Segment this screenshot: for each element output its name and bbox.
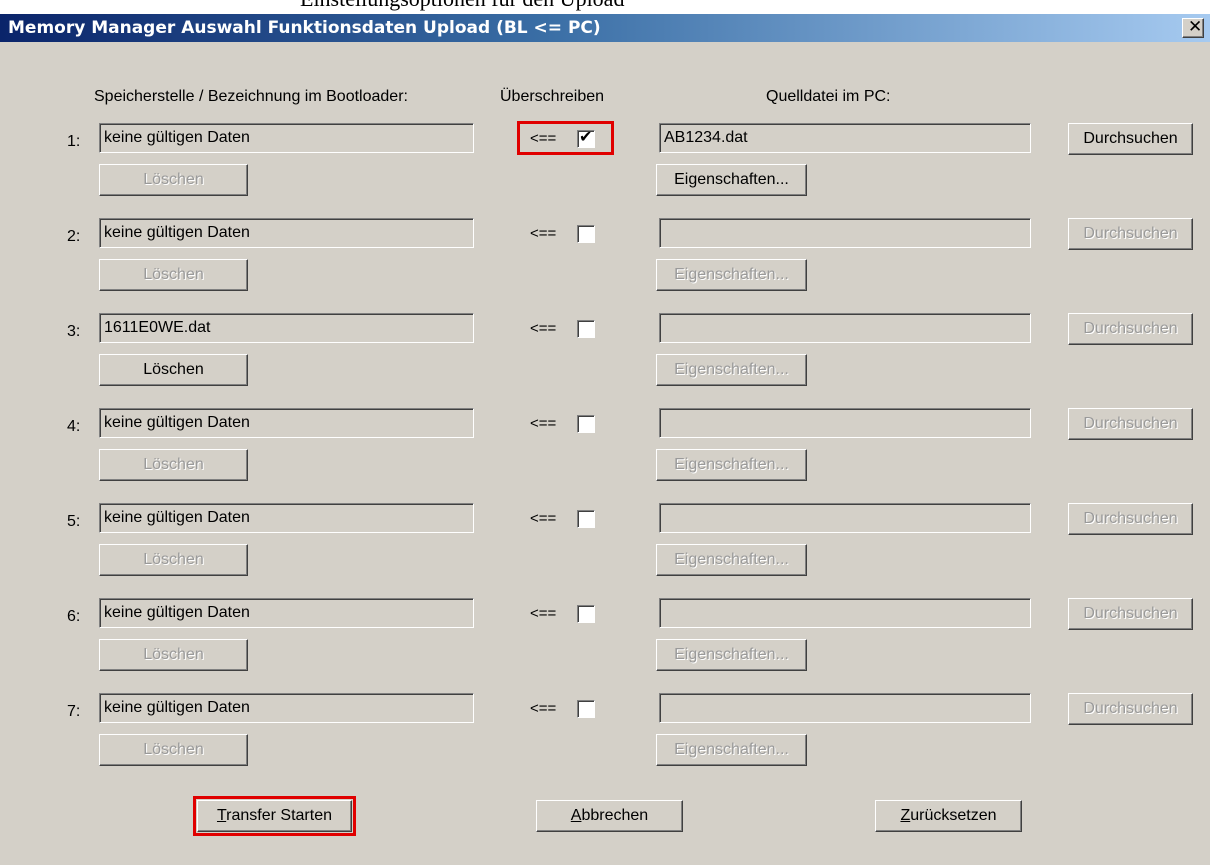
- overwrite-checkbox[interactable]: [577, 700, 595, 718]
- cancel-button[interactable]: Abbrechen: [536, 800, 683, 832]
- delete-button[interactable]: Löschen: [99, 449, 248, 481]
- source-file-field: [659, 218, 1031, 248]
- slot-number: 3:: [67, 323, 81, 340]
- close-icon: ✕: [1188, 17, 1203, 37]
- overwrite-arrow: <==: [530, 415, 557, 432]
- browse-button[interactable]: Durchsuchen: [1068, 218, 1193, 250]
- reset-accesskey: Z: [900, 807, 911, 824]
- delete-button[interactable]: Löschen: [99, 734, 248, 766]
- overwrite-arrow: <==: [530, 510, 557, 527]
- slot-number: 2:: [67, 228, 81, 245]
- overwrite-arrow: <==: [530, 320, 557, 337]
- overwrite-checkbox[interactable]: [577, 320, 595, 338]
- slot-number: 5:: [67, 513, 81, 530]
- bootloader-field: 1611E0WE.dat: [99, 313, 474, 343]
- source-file-field: [659, 503, 1031, 533]
- browse-button[interactable]: Durchsuchen: [1068, 123, 1193, 155]
- cancel-accesskey: A: [570, 807, 582, 824]
- properties-button[interactable]: Eigenschaften...: [656, 259, 807, 291]
- bootloader-field: keine gültigen Daten: [99, 123, 474, 153]
- slot-number: 7:: [67, 703, 81, 720]
- close-button[interactable]: ✕: [1182, 17, 1204, 38]
- overwrite-checkbox[interactable]: [577, 605, 595, 623]
- properties-button[interactable]: Eigenschaften...: [656, 544, 807, 576]
- header-overwrite: Überschreiben: [500, 88, 605, 105]
- top-caption: Einstellungsoptionen für den Upload: [0, 0, 1210, 14]
- properties-button[interactable]: Eigenschaften...: [656, 639, 807, 671]
- cancel-label-post: bbrechen: [581, 807, 649, 824]
- bootloader-field: keine gültigen Daten: [99, 408, 474, 438]
- slot-number: 1:: [67, 133, 81, 150]
- overwrite-checkbox[interactable]: [577, 415, 595, 433]
- properties-button[interactable]: Eigenschaften...: [656, 354, 807, 386]
- properties-button[interactable]: Eigenschaften...: [656, 734, 807, 766]
- source-file-field: [659, 408, 1031, 438]
- reset-label-post: urücksetzen: [910, 807, 997, 824]
- window-title: Memory Manager Auswahl Funktionsdaten Up…: [8, 18, 601, 38]
- source-file-field: [659, 598, 1031, 628]
- delete-button[interactable]: Löschen: [99, 639, 248, 671]
- delete-button[interactable]: Löschen: [99, 544, 248, 576]
- header-bootloader: Speicherstelle / Bezeichnung im Bootload…: [94, 88, 408, 105]
- source-file-field: [659, 693, 1031, 723]
- overwrite-checkbox[interactable]: [577, 225, 595, 243]
- bootloader-field: keine gültigen Daten: [99, 218, 474, 248]
- bootloader-field: keine gültigen Daten: [99, 693, 474, 723]
- delete-button[interactable]: Löschen: [99, 259, 248, 291]
- overwrite-arrow: <==: [530, 700, 557, 717]
- slot-number: 6:: [67, 608, 81, 625]
- source-file-field: [659, 313, 1031, 343]
- browse-button[interactable]: Durchsuchen: [1068, 313, 1193, 345]
- bootloader-field: keine gültigen Daten: [99, 598, 474, 628]
- header-source: Quelldatei im PC:: [766, 88, 891, 105]
- dialog-window: Memory Manager Auswahl Funktionsdaten Up…: [0, 14, 1210, 865]
- browse-button[interactable]: Durchsuchen: [1068, 693, 1193, 725]
- properties-button[interactable]: Eigenschaften...: [656, 449, 807, 481]
- checkbox-highlight-box: [517, 121, 614, 155]
- delete-button[interactable]: Löschen: [99, 354, 248, 386]
- properties-button[interactable]: Eigenschaften...: [656, 164, 807, 196]
- top-caption-text: Einstellungsoptionen für den Upload: [300, 0, 624, 12]
- transfer-highlight-box: [193, 796, 356, 836]
- title-bar: Memory Manager Auswahl Funktionsdaten Up…: [0, 14, 1210, 42]
- overwrite-arrow: <==: [530, 225, 557, 242]
- browse-button[interactable]: Durchsuchen: [1068, 503, 1193, 535]
- browse-button[interactable]: Durchsuchen: [1068, 598, 1193, 630]
- overwrite-checkbox[interactable]: [577, 510, 595, 528]
- bootloader-field: keine gültigen Daten: [99, 503, 474, 533]
- slot-number: 4:: [67, 418, 81, 435]
- browse-button[interactable]: Durchsuchen: [1068, 408, 1193, 440]
- source-file-field[interactable]: AB1234.dat: [659, 123, 1031, 153]
- delete-button[interactable]: Löschen: [99, 164, 248, 196]
- reset-button[interactable]: Zurücksetzen: [875, 800, 1022, 832]
- overwrite-arrow: <==: [530, 605, 557, 622]
